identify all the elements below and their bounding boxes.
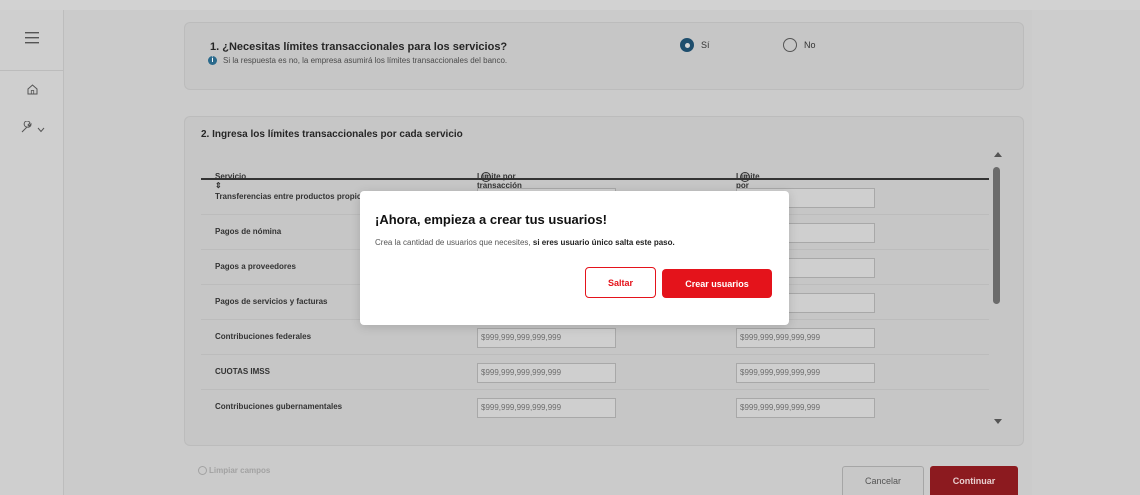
radio-no-label: No [804, 40, 816, 50]
wrench-icon [20, 120, 33, 138]
skip-button[interactable]: Saltar [585, 267, 656, 298]
side-rail [0, 10, 64, 495]
service-name: CUOTAS IMSS [215, 367, 270, 376]
modal-text-bold: si eres usuario único salta este paso. [532, 238, 675, 247]
question1-info-text: Si la respuesta es no, la empresa asumir… [223, 56, 508, 65]
menu-icon[interactable] [0, 32, 64, 44]
scroll-down-icon[interactable] [994, 419, 1002, 424]
service-name: Contribuciones federales [215, 332, 312, 341]
clear-fields-link[interactable]: Limpiar campos [198, 466, 270, 475]
right-gutter [1032, 10, 1140, 495]
service-name: Transferencias entre productos propios [215, 192, 367, 201]
per-transaction-input[interactable]: $999,999,999,999,999 [477, 328, 616, 348]
table-row: CUOTAS IMSS $999,999,999,999,999 $999,99… [201, 355, 989, 390]
radio-selected-icon [680, 38, 694, 52]
per-day-input[interactable]: $999,999,999,999,999 [736, 398, 875, 418]
per-transaction-input[interactable]: $999,999,999,999,999 [477, 363, 616, 383]
radio-no[interactable]: No [783, 38, 816, 52]
home-icon[interactable] [0, 84, 64, 95]
create-users-modal: ¡Ahora, empieza a crear tus usuarios! Cr… [360, 191, 789, 325]
per-day-input[interactable]: $999,999,999,999,999 [736, 328, 875, 348]
clear-fields-label: Limpiar campos [209, 466, 271, 475]
table-row: Contribuciones gubernamentales $999,999,… [201, 390, 989, 425]
modal-title: ¡Ahora, empieza a crear tus usuarios! [375, 212, 607, 227]
service-name: Pagos de servicios y facturas [215, 297, 328, 306]
modal-text: Crea la cantidad de usuarios que necesit… [375, 238, 675, 247]
radio-unselected-icon [783, 38, 797, 52]
question1-title: 1. ¿Necesitas límites transaccionales pa… [210, 41, 508, 53]
modal-text-plain: Crea la cantidad de usuarios que necesit… [375, 238, 533, 247]
per-transaction-input[interactable]: $999,999,999,999,999 [477, 398, 616, 418]
scroll-thumb[interactable] [993, 167, 1000, 304]
radio-yes[interactable]: Sí [680, 38, 710, 52]
per-day-input[interactable]: $999,999,999,999,999 [736, 363, 875, 383]
question2-title: 2. Ingresa los límites transaccionales p… [201, 129, 463, 140]
create-users-button[interactable]: Crear usuarios [662, 269, 772, 298]
info-icon: i [208, 56, 217, 65]
service-name: Pagos de nómina [215, 227, 282, 236]
table-scrollbar[interactable] [992, 152, 1004, 424]
scroll-up-icon[interactable] [994, 152, 1002, 157]
eraser-icon [198, 466, 207, 475]
radio-yes-label: Sí [701, 40, 710, 50]
tools-menu-item[interactable] [0, 120, 64, 138]
limits-table-header: Servicio ⇕ Límite por transacción i Límit… [201, 152, 989, 199]
cancel-button[interactable]: Cancelar [842, 466, 924, 495]
service-name: Contribuciones gubernamentales [215, 402, 343, 411]
chevron-down-icon [37, 120, 45, 138]
question1-info: i Si la respuesta es no, la empresa asum… [208, 56, 507, 65]
table-row: Contribuciones federales $999,999,999,99… [201, 320, 989, 355]
continue-button[interactable]: Continuar [930, 466, 1018, 495]
service-name: Pagos a proveedores [215, 262, 296, 271]
rail-divider [0, 70, 64, 71]
